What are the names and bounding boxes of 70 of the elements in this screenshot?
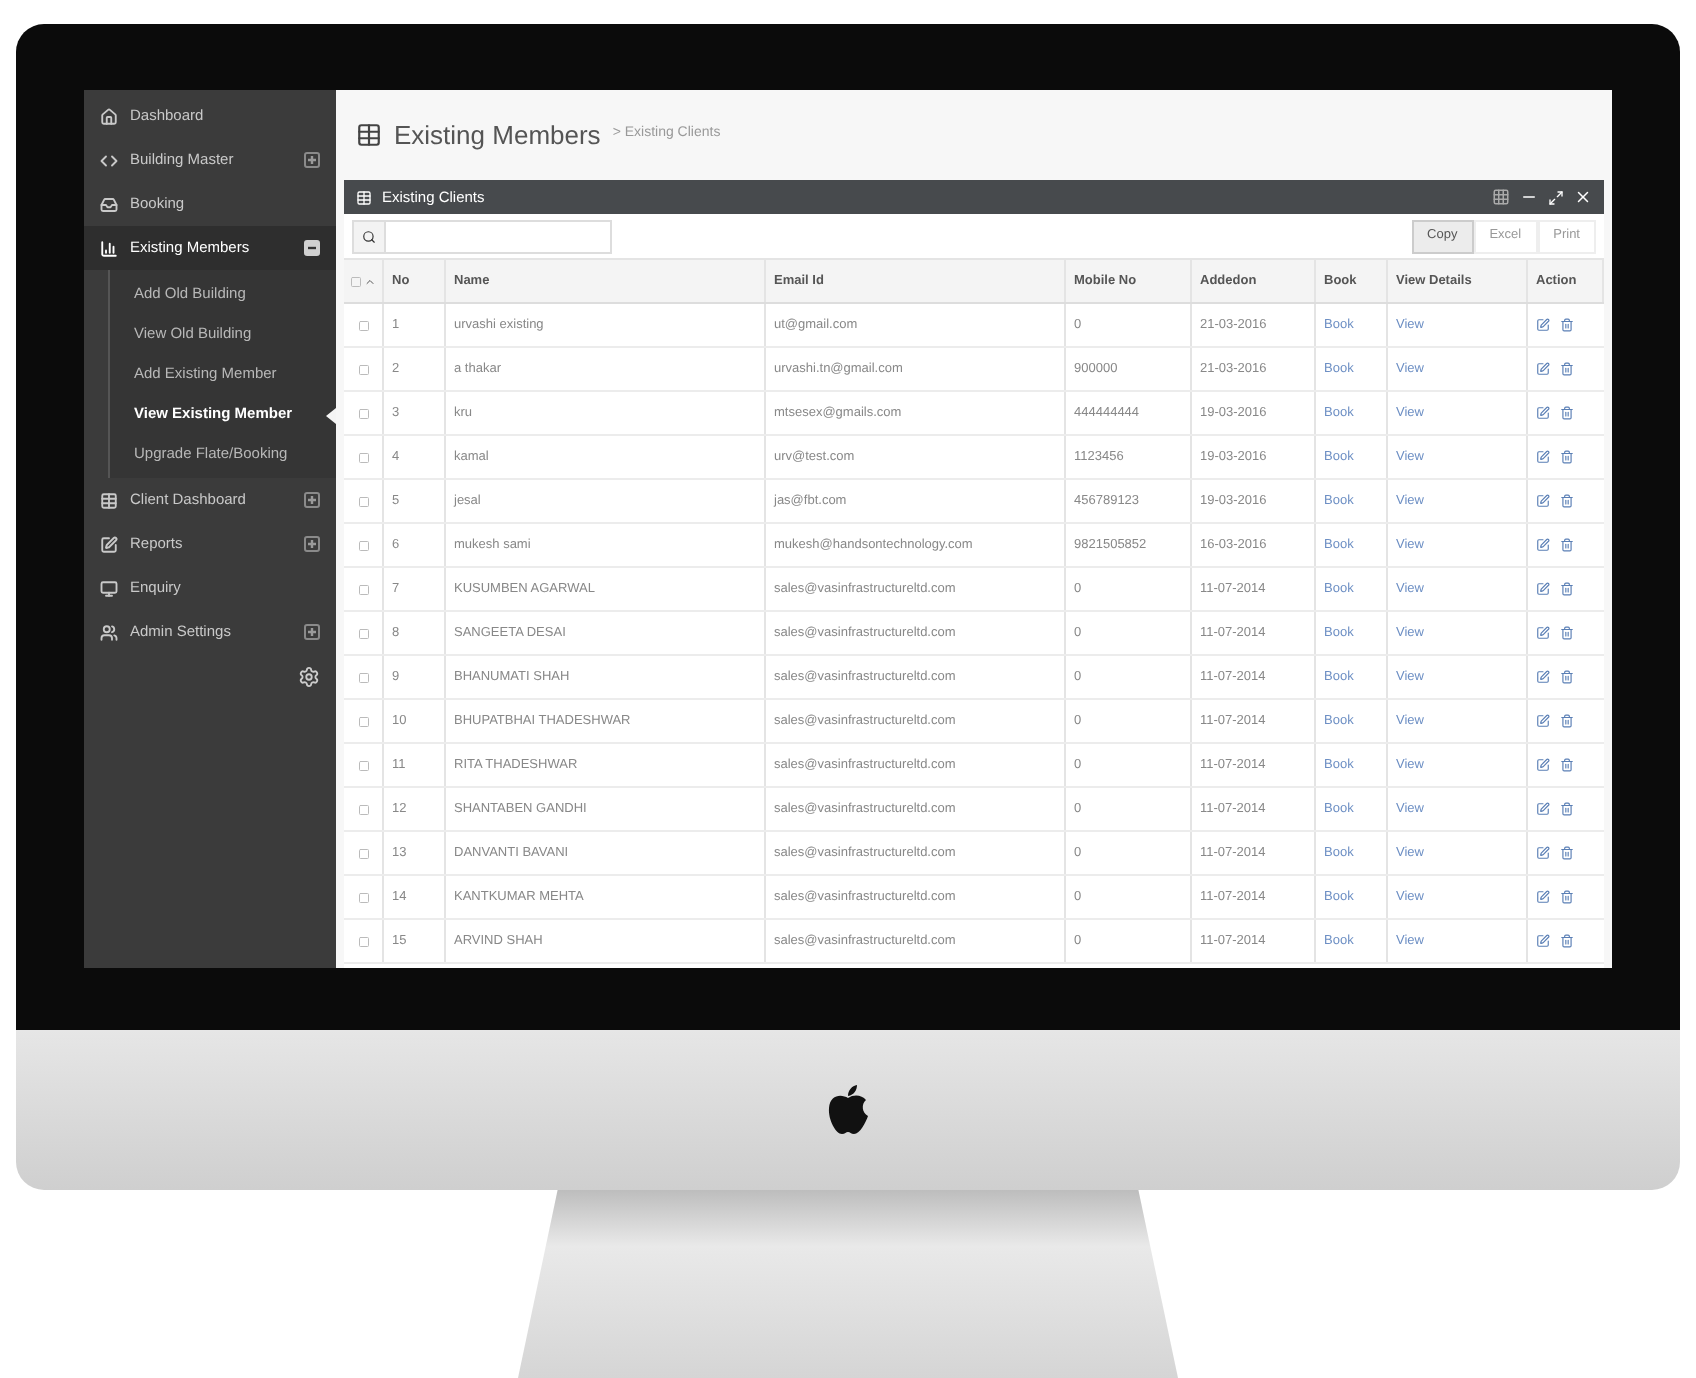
close-icon[interactable] [1574,188,1592,206]
trash-icon[interactable] [1560,626,1574,640]
collapse-icon[interactable] [304,240,320,256]
grid-icon[interactable] [1492,188,1510,206]
checkbox[interactable] [357,627,369,639]
checkbox[interactable] [357,363,369,375]
sort-icon[interactable] [364,275,376,287]
checkbox[interactable] [357,935,369,947]
edit-icon[interactable] [1536,494,1550,508]
edit-icon[interactable] [1536,802,1550,816]
edit-icon[interactable] [1536,582,1550,596]
checkbox[interactable] [357,847,369,859]
trash-icon[interactable] [1560,494,1574,508]
checkbox[interactable] [357,671,369,683]
trash-icon[interactable] [1560,538,1574,552]
edit-icon[interactable] [1536,362,1550,376]
edit-icon[interactable] [1536,714,1550,728]
trash-icon[interactable] [1560,318,1574,332]
expand-icon[interactable] [304,492,320,508]
checkbox[interactable] [357,759,369,771]
edit-icon[interactable] [1536,538,1550,552]
edit-icon[interactable] [1536,758,1550,772]
trash-icon[interactable] [1560,758,1574,772]
bar-chart-icon [100,239,118,257]
tray-icon [100,195,118,213]
edit-icon[interactable] [1536,934,1550,948]
monitor-icon [100,579,118,597]
checkbox[interactable] [357,319,369,331]
table-icon [356,189,372,205]
trash-icon[interactable] [1560,934,1574,948]
trash-icon[interactable] [1560,406,1574,420]
edit-icon [100,535,118,553]
edit-icon[interactable] [1536,406,1550,420]
checkbox[interactable] [357,715,369,727]
trash-icon[interactable] [1560,802,1574,816]
expand-icon[interactable] [304,152,320,168]
edit-icon[interactable] [1536,626,1550,640]
trash-icon[interactable] [1560,582,1574,596]
edit-icon[interactable] [1536,450,1550,464]
search-field[interactable] [352,219,612,253]
page-title: Existing Members [394,117,601,154]
edit-icon[interactable] [1536,670,1550,684]
checkbox[interactable] [357,583,369,595]
checkbox[interactable] [350,275,362,287]
trash-icon[interactable] [1560,890,1574,904]
trash-icon[interactable] [1560,670,1574,684]
expand-icon[interactable] [1548,189,1564,205]
apple-logo-icon [826,1084,870,1136]
checkbox[interactable] [357,539,369,551]
edit-icon[interactable] [1536,846,1550,860]
code-icon [100,151,118,169]
trash-icon[interactable] [1560,362,1574,376]
checkbox[interactable] [357,407,369,419]
home-icon [100,107,118,125]
table-icon [356,122,382,148]
edit-icon[interactable] [1536,318,1550,332]
trash-icon[interactable] [1560,714,1574,728]
checkbox[interactable] [357,495,369,507]
search-icon [362,229,376,243]
table-icon [100,491,118,509]
trash-icon[interactable] [1560,450,1574,464]
expand-icon[interactable] [304,624,320,640]
settings-icon[interactable] [298,666,320,688]
checkbox[interactable] [357,803,369,815]
people-icon [100,623,118,641]
checkbox[interactable] [357,891,369,903]
edit-icon[interactable] [1536,890,1550,904]
trash-icon[interactable] [1560,846,1574,860]
checkbox[interactable] [357,451,369,463]
expand-icon[interactable] [304,536,320,552]
